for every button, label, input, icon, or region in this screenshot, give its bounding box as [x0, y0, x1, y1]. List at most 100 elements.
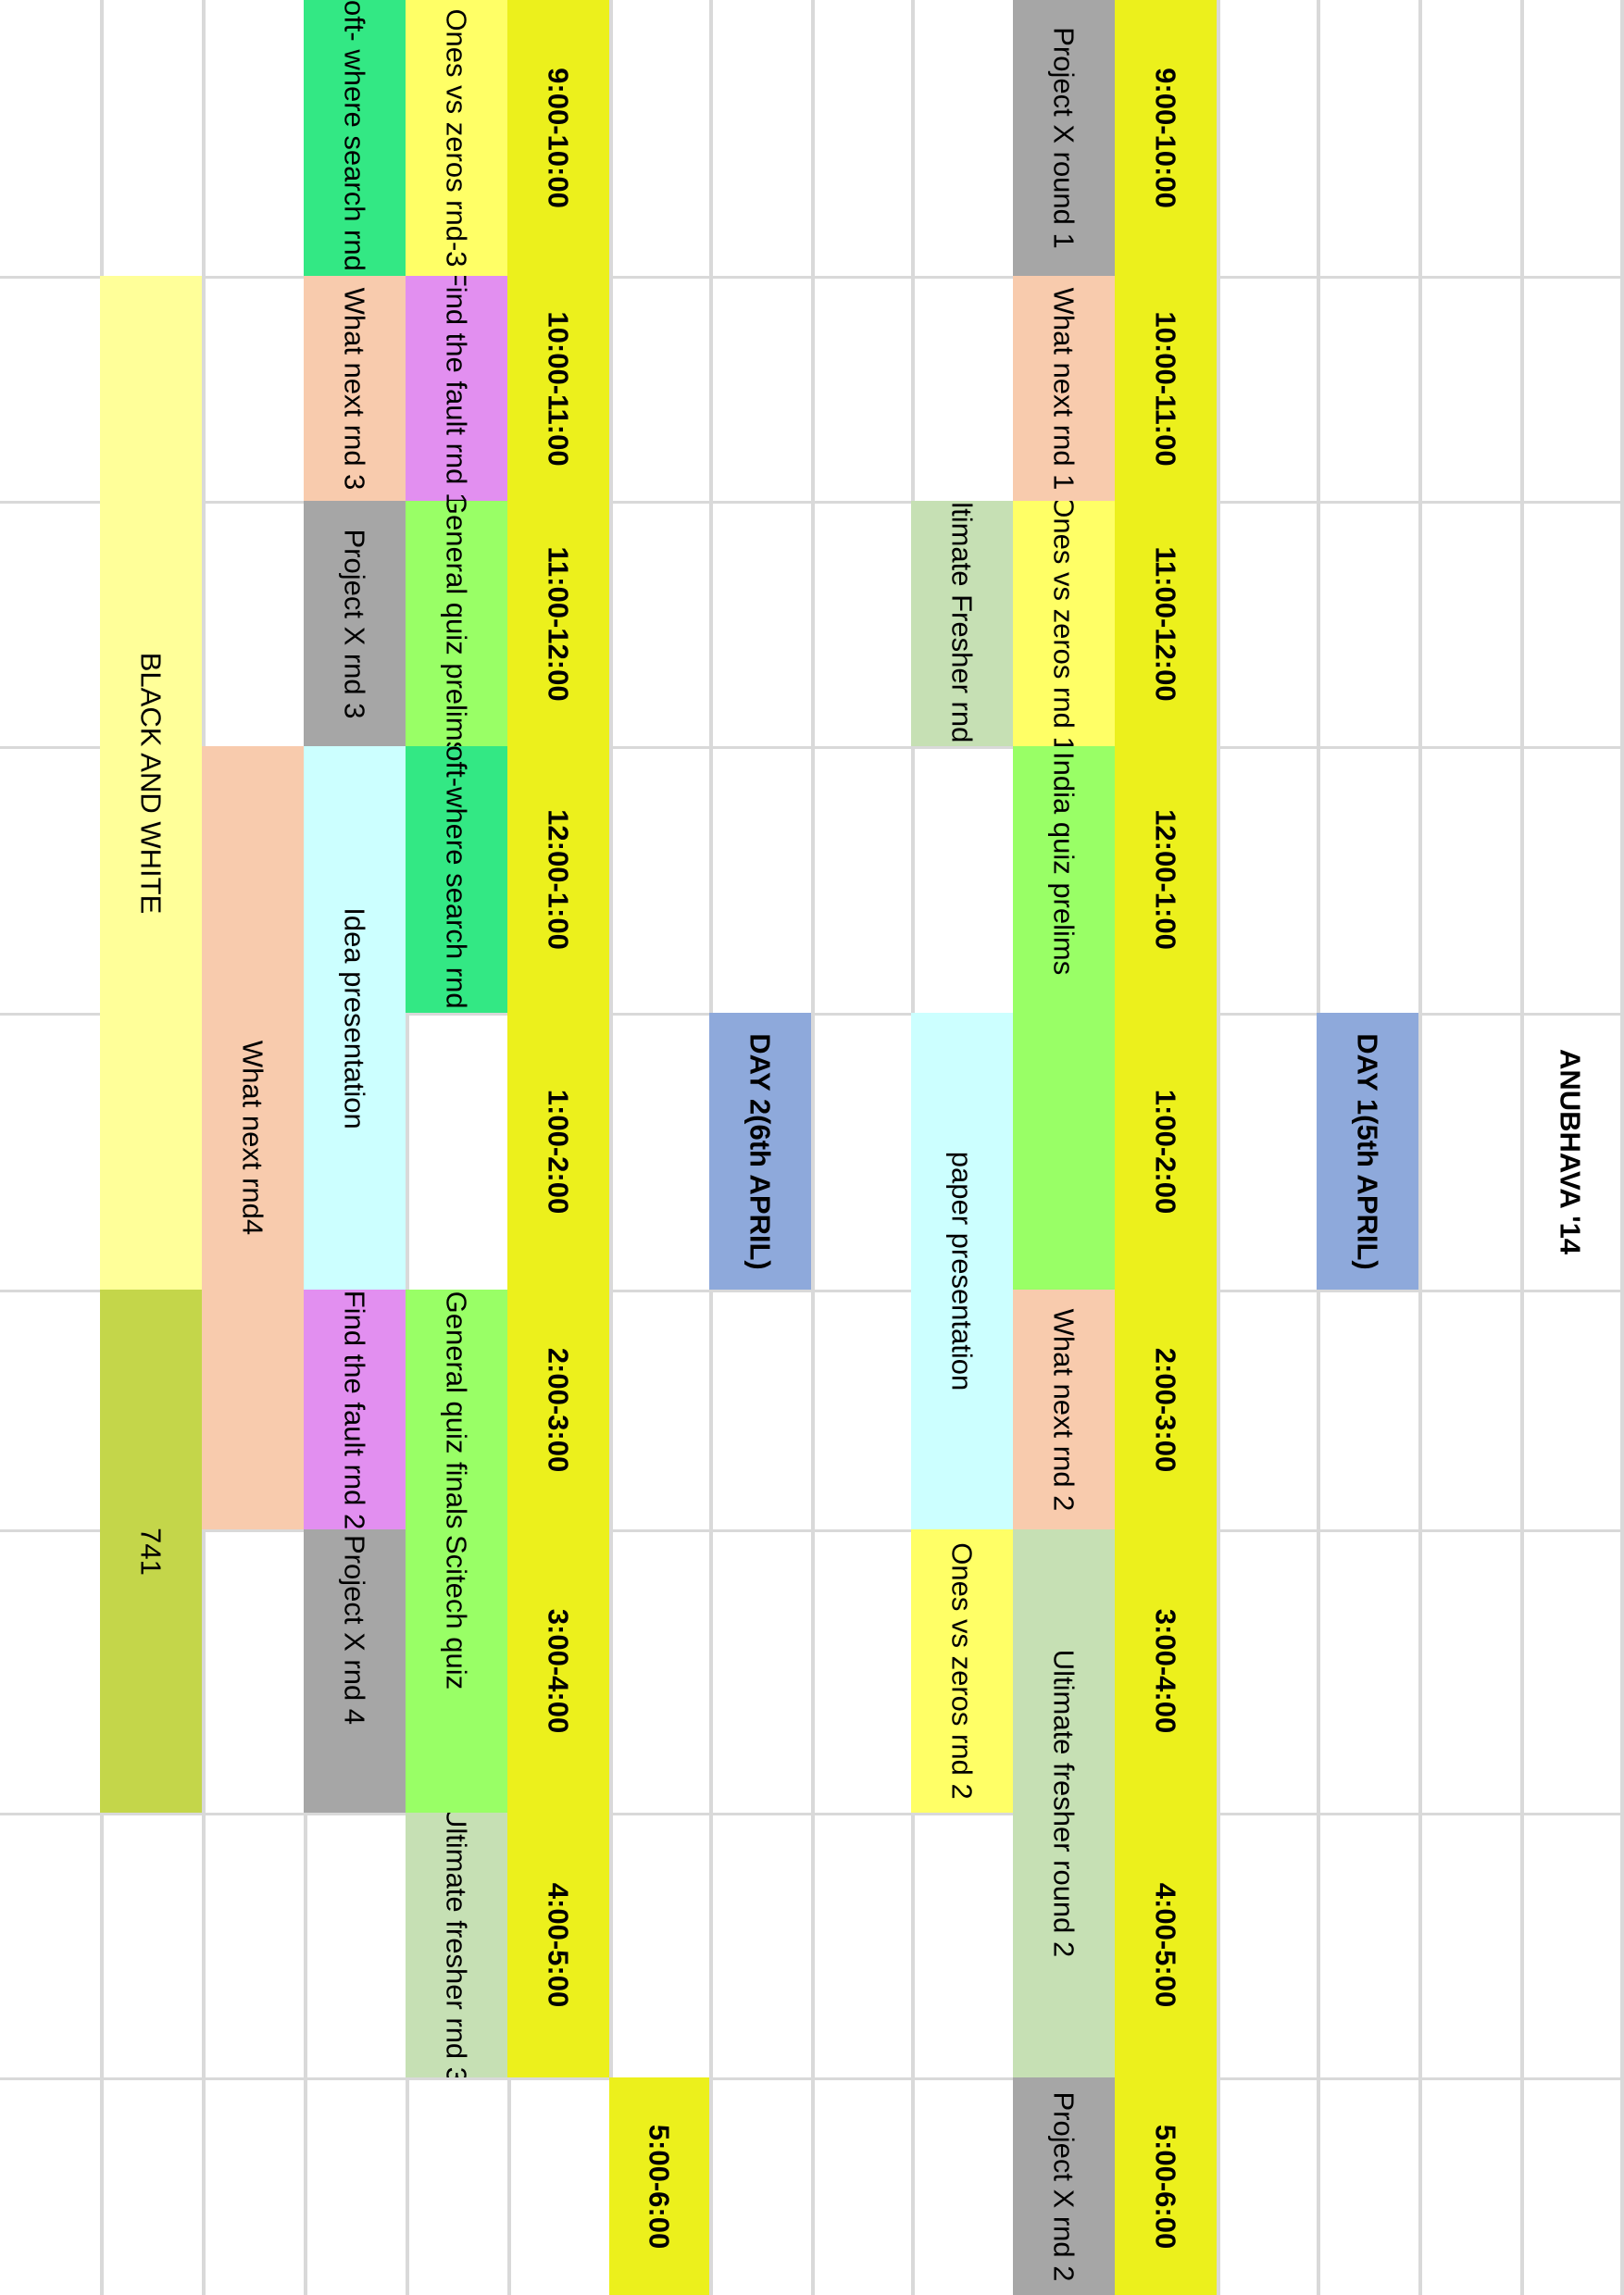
day2-time-slot: 2:00-3:00: [507, 1290, 609, 1529]
day1-time-slot: 10:00-11:00: [1115, 276, 1217, 501]
time-text: 12:00-1:00: [1149, 809, 1182, 950]
event-cell: Ultimate Fresher rnd 1: [911, 501, 1013, 746]
event-cell: Scitech quiz: [406, 1529, 507, 1813]
event-cell: Project X round 1: [1013, 0, 1115, 276]
day1-time-slot: 5:00-6:00: [1115, 2077, 1217, 2295]
grid-line: [0, 1529, 1624, 1532]
time-text: 4:00-5:00: [1149, 1882, 1182, 2008]
event-cell: Ultimate fresher round 2: [1013, 1529, 1115, 2077]
event-cell: Soft- where search rnd 1: [304, 0, 406, 276]
event-cell: Project X rnd 2: [1013, 2077, 1115, 2295]
time-text: 2:00-3:00: [542, 1347, 575, 1472]
event-cell: Ones vs zeros rnd 2: [911, 1529, 1013, 1813]
event-text: What next rnd 3: [338, 287, 371, 490]
day1-time-slot: 1:00-2:00: [1115, 1013, 1217, 1290]
event-text: paper presentation: [945, 1151, 979, 1391]
grid-line: [1620, 0, 1624, 2295]
event-text: Scitech quiz: [440, 1535, 473, 1690]
event-cell: Find the fault rnd 2: [304, 1290, 406, 1529]
event-cell: What next rnd4: [202, 746, 304, 1529]
time-text: 9:00-10:00: [1149, 68, 1182, 208]
event-cell: Soft-where search rnd 2: [406, 746, 507, 1013]
time-text: 1:00-2:00: [1149, 1089, 1182, 1214]
day2-time-slot: 10:00-11:00: [507, 276, 609, 501]
event-cell: What next rnd 2: [1013, 1290, 1115, 1529]
event-text: Ultimate Fresher rnd 1: [945, 501, 979, 746]
time-text: 1:00-2:00: [542, 1089, 575, 1214]
event-text: Ultimate fresher round 2: [1047, 1649, 1081, 1958]
time-text: 11:00-12:00: [542, 545, 575, 702]
event-cell: Project X rnd 4: [304, 1529, 406, 1813]
grid-line: [0, 501, 1624, 504]
event-cell: Idea presentation: [304, 746, 406, 1290]
event-cell: General quiz prelims: [406, 501, 507, 746]
event-cell: India quiz prelims: [1013, 746, 1115, 1290]
day2-time-slot: 9:00-10:00: [507, 0, 609, 276]
day2-time-slot: 5:00-6:00: [609, 2077, 709, 2295]
event-text: Ones vs zeros rnd 1: [1047, 501, 1081, 746]
time-text: 4:00-5:00: [542, 1882, 575, 2008]
time-text: 10:00-11:00: [542, 310, 575, 467]
event-cell: paper presentation: [911, 1013, 1013, 1529]
day1-time-slot: 3:00-4:00: [1115, 1529, 1217, 1813]
event-cell: Ones vs zeros rnd-3: [406, 0, 507, 276]
grid-line: [0, 2077, 1624, 2080]
grid-line: [1217, 0, 1220, 2295]
event-text: India quiz prelims: [1047, 752, 1081, 976]
event-text: Project X rnd 4: [338, 1535, 371, 1726]
time-text: 5:00-6:00: [643, 2124, 676, 2249]
schedule-sheet: ANUBHAVA '14 DAY 1(5th APRIL) 9:00-10:00…: [0, 0, 1624, 2295]
event-text: Project X round 1: [1047, 27, 1081, 249]
event-cell: Find the fault rnd 1: [406, 276, 507, 501]
event-text: What next rnd4: [236, 1040, 269, 1236]
event-text: Find the fault rnd 1: [440, 276, 473, 501]
grid-line: [1418, 0, 1422, 2295]
day1-time-slot: 2:00-3:00: [1115, 1290, 1217, 1529]
day2-time-slot: 1:00-2:00: [507, 1013, 609, 1290]
event-text: BLACK AND WHITE: [134, 652, 168, 914]
event-text: General quiz prelims: [440, 501, 473, 746]
day2-time-slot: 12:00-1:00: [507, 746, 609, 1013]
time-text: 10:00-11:00: [1149, 310, 1182, 467]
day2-time-slot: 4:00-5:00: [507, 1813, 609, 2077]
event-text: What next rnd 2: [1047, 1308, 1081, 1511]
event-text: Find the fault rnd 2: [338, 1290, 371, 1529]
grid-line: [0, 276, 1624, 279]
grid-line: [811, 0, 815, 2295]
event-text: 741: [134, 1527, 168, 1576]
event-text: Ultimate fresher rnd 3: [440, 1813, 473, 2077]
time-text: 3:00-4:00: [542, 1608, 575, 1734]
event-text: Idea presentation: [338, 906, 371, 1129]
day2-time-slot: 3:00-4:00: [507, 1529, 609, 1813]
time-text: 3:00-4:00: [1149, 1608, 1182, 1734]
event-cell: Ones vs zeros rnd 1: [1013, 501, 1115, 746]
schedule-title: ANUBHAVA '14: [1520, 1013, 1620, 1290]
day1-time-slot: 9:00-10:00: [1115, 0, 1217, 276]
event-text: Soft- where search rnd 1: [338, 0, 371, 276]
event-cell: Project X rnd 3: [304, 501, 406, 746]
event-text: Project X rnd 3: [338, 528, 371, 719]
event-text: Ones vs zeros rnd-3: [440, 8, 473, 268]
time-text: 2:00-3:00: [1149, 1347, 1182, 1472]
day2-time-slot: 11:00-12:00: [507, 501, 609, 746]
day2-label-text: DAY 2(6th APRIL): [743, 1032, 777, 1270]
day1-label: DAY 1(5th APRIL): [1317, 1013, 1418, 1290]
event-cell: What next rnd 1: [1013, 276, 1115, 501]
event-text: Ones vs zeros rnd 2: [945, 1542, 979, 1800]
event-text: General quiz finals: [440, 1291, 473, 1528]
day1-time-slot: 12:00-1:00: [1115, 746, 1217, 1013]
grid-line: [0, 1813, 1624, 1815]
day1-time-slot: 11:00-12:00: [1115, 501, 1217, 746]
time-text: 11:00-12:00: [1149, 545, 1182, 702]
schedule-title-text: ANUBHAVA '14: [1554, 1048, 1587, 1254]
event-cell: What next rnd 3: [304, 276, 406, 501]
event-text: Project X rnd 2: [1047, 2090, 1081, 2282]
event-text: What next rnd 1: [1047, 287, 1081, 490]
event-text: Soft-where search rnd 2: [440, 746, 473, 1013]
day1-label-text: DAY 1(5th APRIL): [1351, 1032, 1384, 1270]
event-cell: BLACK AND WHITE: [100, 276, 202, 1290]
event-cell: General quiz finals: [406, 1290, 507, 1529]
time-text: 5:00-6:00: [1149, 2124, 1182, 2249]
time-text: 12:00-1:00: [542, 809, 575, 950]
grid-line: [609, 0, 613, 2295]
